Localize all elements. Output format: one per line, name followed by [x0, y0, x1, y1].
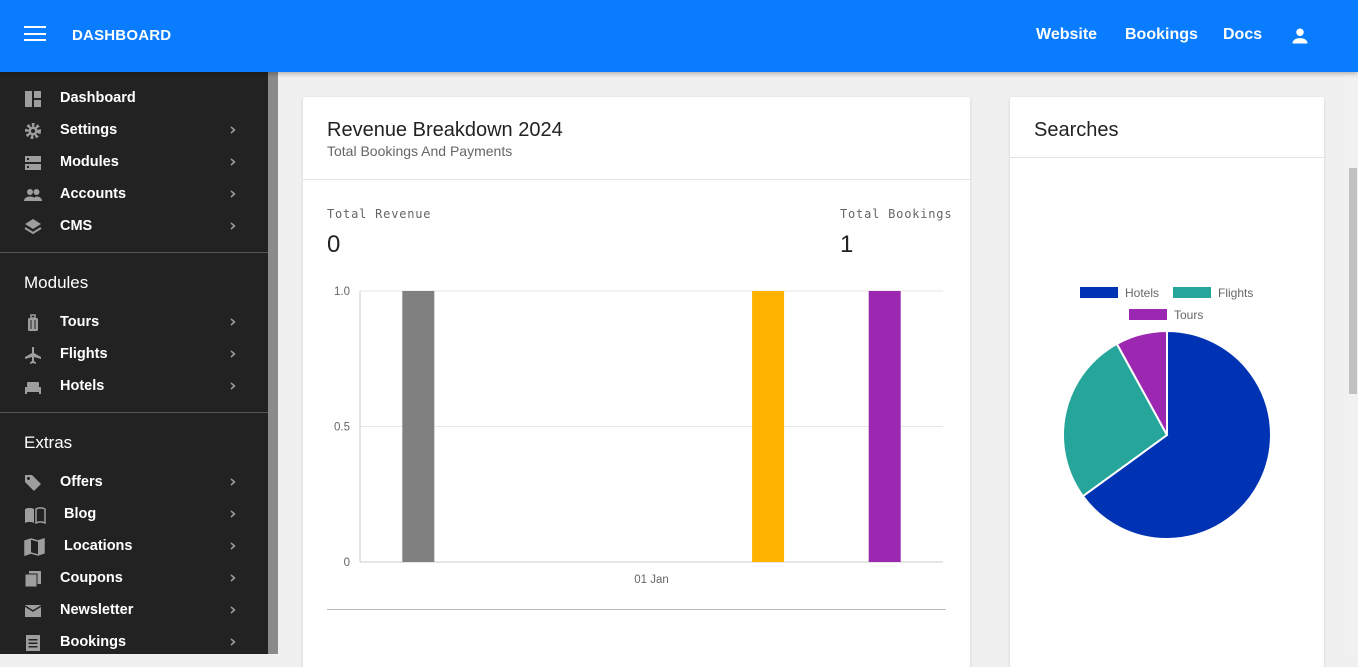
legend-label-tours[interactable]: Tours: [1174, 308, 1203, 322]
sidebar-item-label: Bookings: [60, 634, 127, 650]
sidebar-item-label: Blog: [64, 506, 97, 522]
sidebar-item-hotels[interactable]: Hotels: [0, 372, 268, 402]
mail-icon: [24, 605, 42, 617]
book-icon: [25, 507, 46, 524]
luggage-icon: [28, 314, 38, 331]
hamburger-menu-icon[interactable]: [24, 26, 46, 46]
chevron-right-icon: [230, 126, 236, 134]
chevron-right-icon: [230, 510, 236, 518]
sidebar-item-label: Tours: [60, 314, 100, 330]
bar-series-1[interactable]: [402, 291, 435, 562]
sidebar-item-label: Offers: [60, 474, 103, 490]
legend-swatch-flights[interactable]: [1173, 287, 1211, 298]
sidebar-item-locations[interactable]: Locations: [0, 532, 268, 562]
sidebar: Dashboard Settings Modules Accounts CMS …: [0, 72, 268, 654]
sidebar-item-newsletter[interactable]: Newsletter: [0, 596, 268, 626]
sidebar-item-label: Dashboard: [60, 90, 136, 106]
list-icon: [26, 635, 40, 651]
legend-label-hotels[interactable]: Hotels: [1125, 286, 1159, 300]
nav-link-website[interactable]: Website: [1036, 26, 1097, 44]
bar-series-5[interactable]: [868, 291, 901, 562]
sidebar-item-label: Flights: [60, 346, 108, 362]
storage-icon: [25, 156, 41, 170]
legend-label-flights[interactable]: Flights: [1218, 286, 1253, 300]
bed-icon: [25, 382, 41, 394]
layers-icon: [24, 219, 42, 235]
chevron-right-icon: [230, 478, 236, 486]
sidebar-item-modules[interactable]: Modules: [0, 148, 268, 178]
sidebar-item-settings[interactable]: Settings: [0, 116, 268, 146]
total-revenue-value: 0: [327, 231, 341, 258]
y-tick-label: 0: [344, 557, 350, 569]
total-bookings-label: Total Bookings: [840, 207, 953, 221]
card-title: Revenue Breakdown 2024: [327, 119, 563, 141]
searches-pie-chart: Hotels Flights Tours: [1062, 286, 1272, 540]
brand-title[interactable]: DASHBOARD: [72, 27, 171, 44]
chevron-right-icon: [230, 542, 236, 550]
chevron-right-icon: [230, 158, 236, 166]
card-divider: [1010, 157, 1324, 158]
chevron-right-icon: [230, 190, 236, 198]
page-scrollbar-thumb[interactable]: [1349, 168, 1357, 394]
x-tick-label: 01 Jan: [634, 574, 669, 586]
page-scrollbar[interactable]: [1347, 72, 1358, 654]
y-tick-label: 1.0: [334, 286, 350, 298]
tag-icon: [25, 475, 41, 491]
sidebar-item-flights[interactable]: Flights: [0, 340, 268, 370]
nav-link-bookings[interactable]: Bookings: [1125, 26, 1198, 44]
sidebar-item-accounts[interactable]: Accounts: [0, 180, 268, 210]
sidebar-item-offers[interactable]: Offers: [0, 468, 268, 498]
sidebar-item-label: Settings: [60, 122, 118, 138]
chevron-right-icon: [230, 574, 236, 582]
sidebar-item-dashboard[interactable]: Dashboard: [0, 84, 268, 114]
sidebar-item-label: Modules: [60, 154, 119, 170]
top-app-bar: DASHBOARD Website Bookings Docs: [0, 0, 1358, 72]
sidebar-item-bookings[interactable]: Bookings: [0, 628, 268, 654]
airplane-icon: [25, 347, 41, 364]
chevron-right-icon: [230, 222, 236, 230]
chevron-right-icon: [230, 318, 236, 326]
sidebar-scrollbar[interactable]: [268, 72, 278, 654]
chevron-right-icon: [230, 382, 236, 390]
card-divider: [303, 179, 970, 180]
chevron-right-icon: [230, 638, 236, 646]
sidebar-item-label: Accounts: [60, 186, 127, 202]
sidebar-divider: [0, 252, 268, 253]
chevron-right-icon: [230, 350, 236, 358]
map-icon: [24, 538, 45, 556]
chart-bottom-divider: [327, 609, 946, 610]
searches-card: Searches Hotels Flights Tours: [1010, 97, 1324, 667]
sidebar-item-label: Hotels: [60, 378, 105, 394]
sidebar-item-coupons[interactable]: Coupons: [0, 564, 268, 594]
y-tick-label: 0.5: [334, 422, 350, 434]
sidebar-heading-modules: Modules: [24, 273, 89, 292]
total-revenue-label: Total Revenue: [327, 207, 432, 221]
revenue-breakdown-card: Revenue Breakdown 2024 Total Bookings An…: [303, 97, 970, 667]
sidebar-heading-extras: Extras: [24, 433, 73, 452]
sidebar-item-cms[interactable]: CMS: [0, 212, 268, 242]
sidebar-item-blog[interactable]: Blog: [0, 500, 268, 530]
dashboard-icon: [25, 91, 41, 107]
revenue-bar-chart: 0 0.5 1.0 01 Jan: [334, 286, 943, 586]
chevron-right-icon: [230, 606, 236, 614]
sidebar-item-label: CMS: [60, 218, 93, 234]
nav-link-docs[interactable]: Docs: [1223, 26, 1262, 44]
sidebar-divider: [0, 412, 268, 413]
card-subtitle: Total Bookings And Payments: [327, 143, 513, 159]
sidebar-item-label: Coupons: [60, 570, 123, 586]
gear-icon: [25, 123, 41, 139]
account-icon[interactable]: [1290, 26, 1310, 46]
total-bookings-value: 1: [840, 231, 854, 258]
card-title: Searches: [1034, 119, 1119, 141]
sidebar-item-label: Newsletter: [60, 602, 134, 618]
sidebar-item-tours[interactable]: Tours: [0, 308, 268, 338]
legend-swatch-tours[interactable]: [1129, 309, 1167, 320]
coupon-icon: [24, 571, 41, 588]
bar-series-4[interactable]: [752, 291, 785, 562]
legend-swatch-hotels[interactable]: [1080, 287, 1118, 298]
sidebar-item-label: Locations: [64, 538, 133, 554]
people-icon: [24, 189, 42, 201]
